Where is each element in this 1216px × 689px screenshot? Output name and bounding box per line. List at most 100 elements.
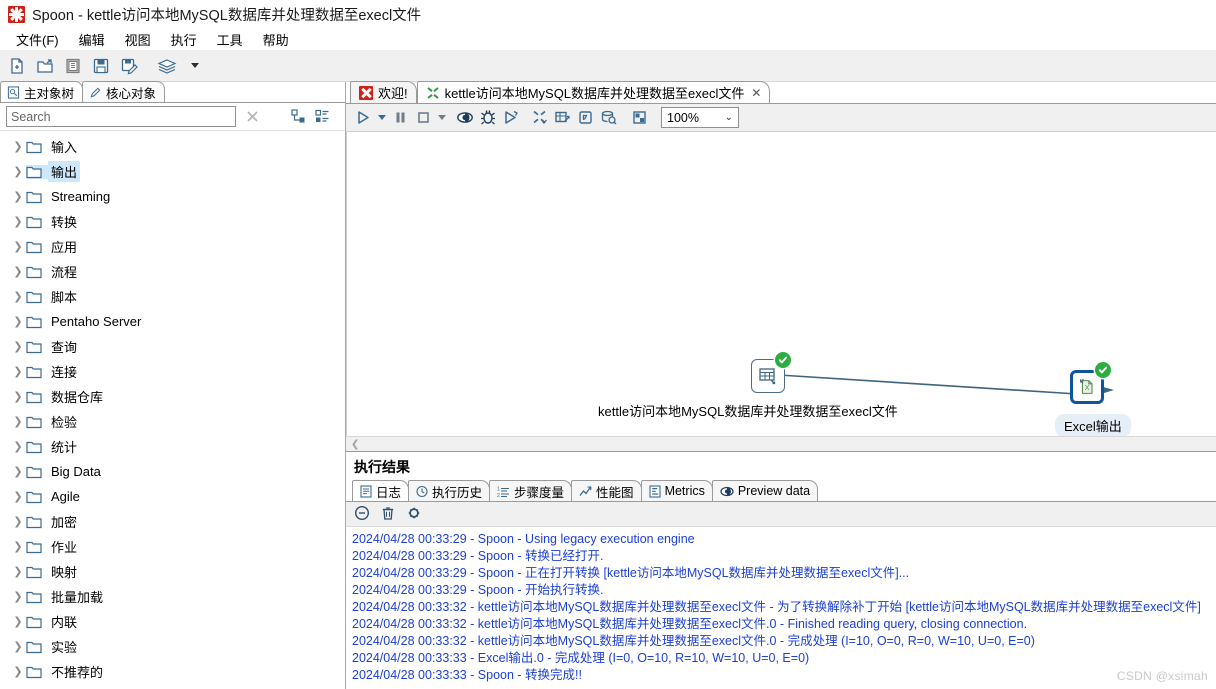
tab-metrics[interactable]: Metrics: [640, 480, 713, 501]
canvas-node-table-input[interactable]: kettle访问本地MySQL数据库并处理数据至execl文件: [598, 352, 898, 419]
tab-preview-data[interactable]: Preview data: [711, 480, 819, 501]
chevron-right-icon[interactable]: ❯: [10, 515, 26, 528]
tree-item[interactable]: ❯ 流程: [0, 259, 345, 284]
tree-item[interactable]: ❯ 输入: [0, 134, 345, 159]
tab-log[interactable]: 日志: [352, 480, 410, 501]
run-icon[interactable]: [352, 106, 375, 129]
transformation-settings-icon[interactable]: [528, 106, 551, 129]
chevron-right-icon[interactable]: ❯: [10, 540, 26, 553]
scroll-left-chevron-icon[interactable]: ❮: [351, 439, 359, 450]
tab-main-object-tree[interactable]: 主对象树: [0, 81, 84, 102]
menu-file[interactable]: 文件(F): [6, 29, 69, 50]
preview-icon[interactable]: [453, 106, 476, 129]
tree-item[interactable]: ❯ 加密: [0, 509, 345, 534]
chevron-right-icon[interactable]: ❯: [10, 290, 26, 303]
log-settings-gear-icon[interactable]: [406, 505, 422, 524]
folder-icon: [26, 390, 48, 404]
tree-item[interactable]: ❯ 实验: [0, 634, 345, 659]
chevron-right-icon[interactable]: ❯: [10, 215, 26, 228]
tree-item[interactable]: ❯ 统计: [0, 434, 345, 459]
tree-item[interactable]: ❯ 连接: [0, 359, 345, 384]
collapse-tree-icon[interactable]: [313, 108, 331, 126]
debug-icon[interactable]: [476, 106, 499, 129]
tree-item[interactable]: ❯ 映射: [0, 559, 345, 584]
menu-run[interactable]: 执行: [161, 29, 207, 50]
zoom-select[interactable]: 100% ⌄: [661, 107, 739, 128]
menu-edit[interactable]: 编辑: [69, 29, 115, 50]
clear-log-icon[interactable]: [354, 505, 370, 524]
expand-tree-icon[interactable]: [289, 108, 307, 126]
stop-dropdown-caret-icon[interactable]: [435, 106, 449, 129]
open-file-icon[interactable]: [32, 53, 58, 79]
align-icon[interactable]: [628, 106, 651, 129]
chevron-right-icon[interactable]: ❯: [10, 315, 26, 328]
tree-item-label: 流程: [51, 265, 78, 280]
chevron-right-icon[interactable]: ❯: [10, 390, 26, 403]
chevron-right-icon[interactable]: ❯: [10, 490, 26, 503]
tree-item[interactable]: ❯ 输出: [0, 159, 345, 184]
tab-transformation[interactable]: kettle访问本地MySQL数据库并处理数据至execl文件 ✕: [416, 81, 771, 103]
tree-item[interactable]: ❯ Big Data: [0, 459, 345, 484]
chevron-right-icon[interactable]: ❯: [10, 465, 26, 478]
chevron-right-icon[interactable]: ❯: [10, 615, 26, 628]
chevron-right-icon[interactable]: ❯: [10, 340, 26, 353]
clear-x-icon[interactable]: [242, 107, 262, 127]
layers-icon[interactable]: [154, 53, 180, 79]
new-file-icon[interactable]: [4, 53, 30, 79]
canvas-node-excel-output[interactable]: X Excel输出: [1055, 362, 1131, 436]
menu-help[interactable]: 帮助: [253, 29, 299, 50]
tree-item[interactable]: ❯ 不推荐的: [0, 659, 345, 684]
tree-item[interactable]: ❯ 查询: [0, 334, 345, 359]
chevron-right-icon[interactable]: ❯: [10, 565, 26, 578]
tab-step-metrics[interactable]: 12 步骤度量: [489, 480, 573, 501]
chevron-right-icon[interactable]: ❯: [10, 240, 26, 253]
tree-item[interactable]: ❯ 检验: [0, 409, 345, 434]
close-icon[interactable]: ✕: [751, 86, 761, 100]
chevron-right-icon[interactable]: ❯: [10, 440, 26, 453]
canvas-horizontal-scrollbar[interactable]: ❮: [346, 436, 1216, 451]
object-tree[interactable]: ❯ 输入 ❯ 输出 ❯ Streaming ❯ 转换 ❯ 应用 ❯ 流程 ❯ 脚本 ❯ Pentaho Ser…: [0, 131, 345, 689]
log-output[interactable]: 2024/04/28 00:33:29 - Spoon - Using lega…: [346, 527, 1216, 689]
chevron-right-icon[interactable]: ❯: [10, 140, 26, 153]
dropdown-caret-icon[interactable]: [182, 53, 208, 79]
chevron-right-icon[interactable]: ❯: [10, 415, 26, 428]
tree-item[interactable]: ❯ Streaming: [0, 184, 345, 209]
tree-item[interactable]: ❯ 应用: [0, 234, 345, 259]
tree-item[interactable]: ❯ 作业: [0, 534, 345, 559]
tab-core-objects[interactable]: 核心对象: [82, 81, 166, 102]
show-impact-icon[interactable]: [574, 106, 597, 129]
chevron-right-icon[interactable]: ❯: [10, 590, 26, 603]
chevron-right-icon[interactable]: ❯: [10, 640, 26, 653]
sql-inspect-icon[interactable]: [597, 106, 620, 129]
chevron-right-icon[interactable]: ❯: [10, 165, 26, 178]
pause-icon[interactable]: [389, 106, 412, 129]
chevron-right-icon[interactable]: ❯: [10, 365, 26, 378]
menu-tools[interactable]: 工具: [207, 29, 253, 50]
tab-execution-history[interactable]: 执行历史: [408, 480, 491, 501]
tab-log-label: 日志: [376, 485, 402, 500]
chevron-right-icon[interactable]: ❯: [10, 265, 26, 278]
save-icon[interactable]: [88, 53, 114, 79]
transformation-canvas[interactable]: kettle访问本地MySQL数据库并处理数据至execl文件 X Excel输…: [346, 132, 1216, 436]
tree-item[interactable]: ❯ 脚本: [0, 284, 345, 309]
tree-item-label: 映射: [51, 565, 78, 580]
tab-welcome[interactable]: 欢迎!: [350, 81, 417, 103]
explore-repository-icon[interactable]: [60, 53, 86, 79]
tree-item[interactable]: ❯ Agile: [0, 484, 345, 509]
menu-view[interactable]: 视图: [115, 29, 161, 50]
tree-item[interactable]: ❯ 内联: [0, 609, 345, 634]
tree-item[interactable]: ❯ 数据仓库: [0, 384, 345, 409]
run-dropdown-caret-icon[interactable]: [375, 106, 389, 129]
tree-item[interactable]: ❯ Pentaho Server: [0, 309, 345, 334]
stop-icon[interactable]: [412, 106, 435, 129]
chevron-right-icon[interactable]: ❯: [10, 190, 26, 203]
tree-item[interactable]: ❯ 转换: [0, 209, 345, 234]
replay-icon[interactable]: [499, 106, 522, 129]
tab-performance-graph[interactable]: 性能图: [571, 480, 642, 501]
delete-icon[interactable]: [380, 505, 396, 524]
tree-item[interactable]: ❯ 批量加载: [0, 584, 345, 609]
show-grid-icon[interactable]: [551, 106, 574, 129]
search-input[interactable]: [6, 106, 236, 127]
chevron-right-icon[interactable]: ❯: [10, 665, 26, 678]
save-as-icon[interactable]: [116, 53, 142, 79]
